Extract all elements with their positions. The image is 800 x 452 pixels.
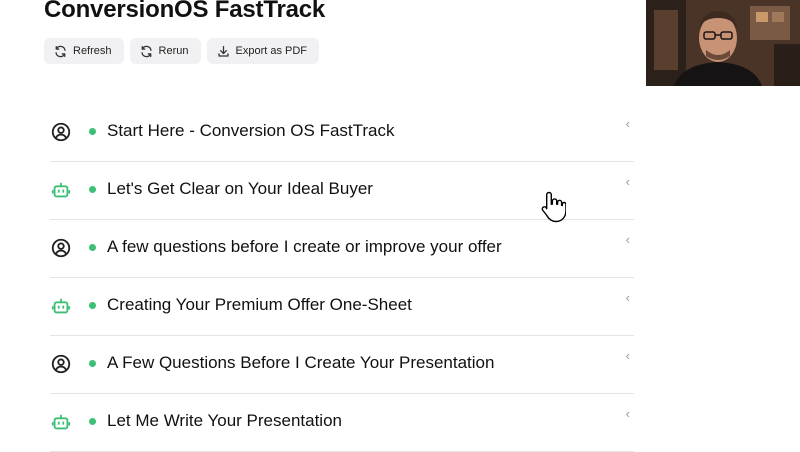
step-item-presentation-questions[interactable]: A Few Questions Before I Create Your Pre… <box>50 336 634 394</box>
status-dot <box>89 418 96 425</box>
step-label: Let Me Write Your Presentation <box>107 411 342 430</box>
refresh-icon <box>55 45 66 57</box>
refresh-button[interactable]: Refresh <box>44 38 124 64</box>
robot-icon <box>50 179 72 201</box>
rerun-label: Rerun <box>158 45 189 57</box>
refresh-label: Refresh <box>73 45 112 57</box>
chevron-left-icon[interactable]: ‹ <box>626 290 630 305</box>
status-dot <box>89 128 96 135</box>
step-label: Creating Your Premium Offer One-Sheet <box>107 295 412 314</box>
step-item-write-presentation[interactable]: Let Me Write Your Presentation ‹ <box>50 394 634 452</box>
step-label: A few questions before I create or impro… <box>107 237 502 256</box>
download-icon <box>217 45 229 57</box>
export-pdf-label: Export as PDF <box>235 45 308 57</box>
step-list: Start Here - Conversion OS FastTrack ‹ L… <box>50 104 634 452</box>
webcam-overlay <box>646 0 800 86</box>
step-label: A Few Questions Before I Create Your Pre… <box>107 353 495 372</box>
chevron-left-icon[interactable]: ‹ <box>626 406 630 421</box>
robot-icon <box>50 295 72 317</box>
status-dot <box>89 302 96 309</box>
chevron-left-icon[interactable]: ‹ <box>626 232 630 247</box>
step-label: Start Here - Conversion OS FastTrack <box>107 121 395 140</box>
step-item-offer-questions[interactable]: A few questions before I create or impro… <box>50 220 634 278</box>
user-circle-icon <box>50 237 72 259</box>
status-dot <box>89 360 96 367</box>
chevron-left-icon[interactable]: ‹ <box>626 116 630 131</box>
robot-icon <box>50 411 72 433</box>
user-circle-icon <box>50 353 72 375</box>
step-label: Let's Get Clear on Your Ideal Buyer <box>107 179 373 198</box>
step-item-offer-one-sheet[interactable]: Creating Your Premium Offer One-Sheet ‹ <box>50 278 634 336</box>
chevron-left-icon[interactable]: ‹ <box>626 174 630 189</box>
rerun-icon <box>140 45 152 57</box>
chevron-left-icon[interactable]: ‹ <box>626 348 630 363</box>
step-item-start-here[interactable]: Start Here - Conversion OS FastTrack ‹ <box>50 104 634 162</box>
toolbar: Refresh Rerun Export as PDF <box>44 38 320 64</box>
export-pdf-button[interactable]: Export as PDF <box>206 38 320 64</box>
hand-cursor-icon <box>541 191 566 223</box>
webcam-presenter-image <box>646 0 800 86</box>
rerun-button[interactable]: Rerun <box>129 38 201 64</box>
page-title: ConversionOS FastTrack <box>44 0 326 23</box>
status-dot <box>89 186 96 193</box>
user-circle-icon <box>50 121 72 143</box>
status-dot <box>89 244 96 251</box>
